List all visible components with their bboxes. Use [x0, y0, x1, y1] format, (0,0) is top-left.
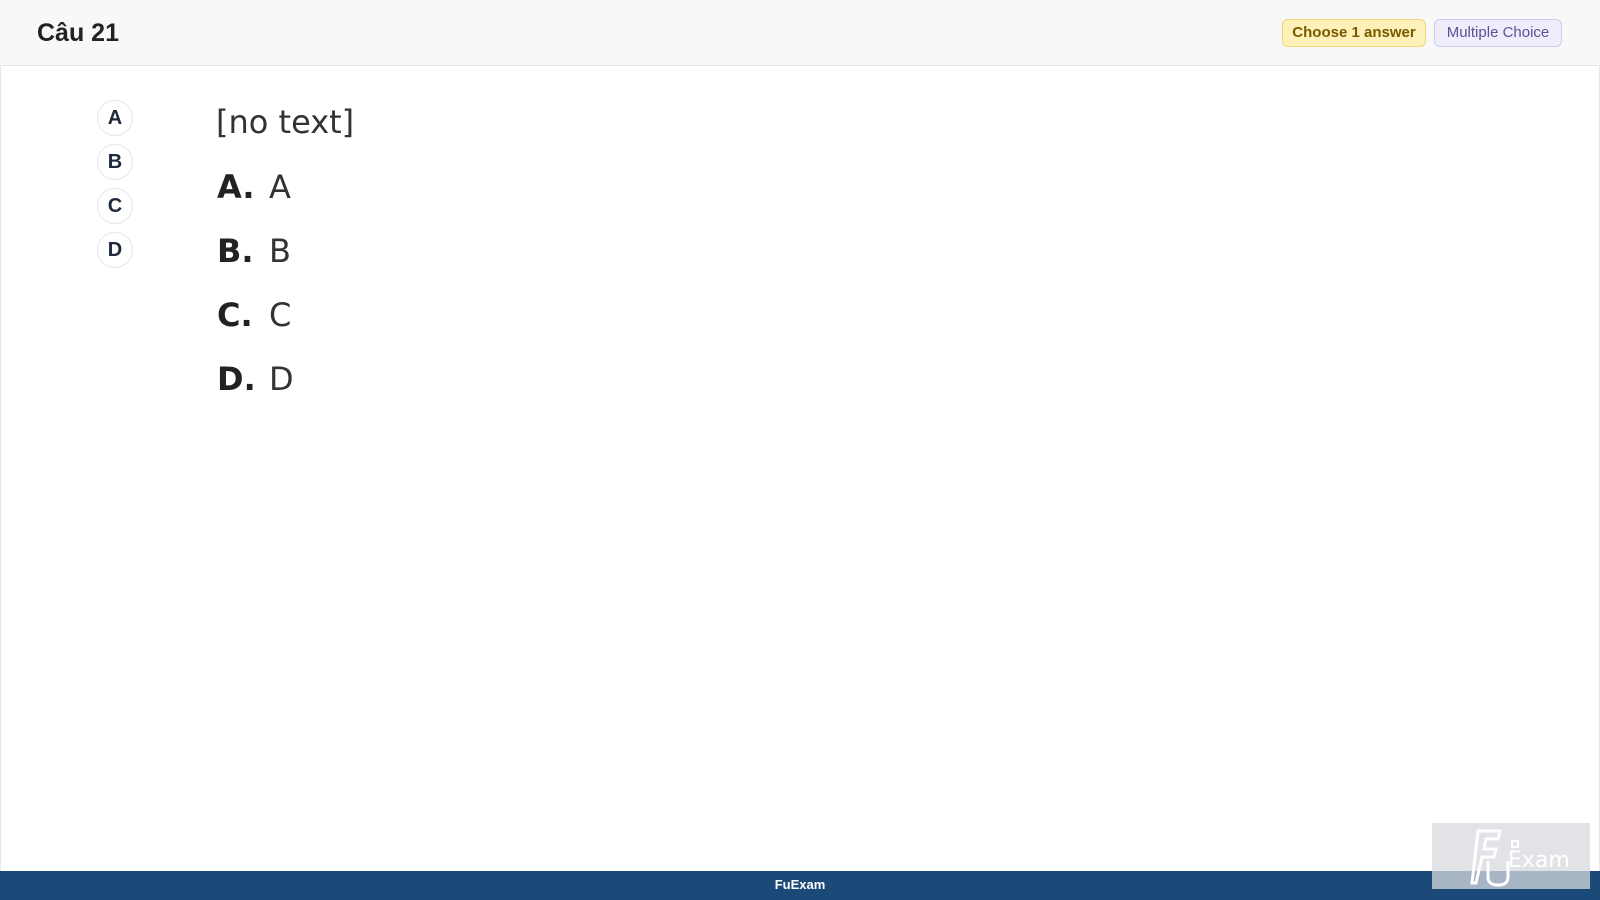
- option-b[interactable]: B. B: [217, 232, 294, 296]
- answer-bubble-a[interactable]: A: [97, 100, 133, 136]
- question-title: Câu 21: [37, 19, 119, 47]
- option-letter: D.: [217, 360, 256, 398]
- fuexam-watermark: Exam: [1432, 823, 1590, 889]
- question-header: Câu 21 Choose 1 answer Multiple Choice: [0, 0, 1600, 66]
- footer-bar: FuExam: [0, 871, 1600, 900]
- option-a[interactable]: A. A: [217, 168, 294, 232]
- choose-count-badge: Choose 1 answer: [1282, 19, 1426, 47]
- fuexam-logo-icon: Exam: [1470, 829, 1570, 887]
- options-list: A. A B. B C. C D. D: [217, 168, 294, 424]
- option-text: C: [269, 296, 292, 334]
- option-letter: B.: [217, 232, 254, 270]
- footer-brand: FuExam: [774, 877, 826, 892]
- svg-text:Exam: Exam: [1508, 848, 1570, 873]
- option-text: A: [269, 168, 291, 206]
- question-type-badge: Multiple Choice: [1434, 19, 1562, 47]
- answer-bubble-d[interactable]: D: [97, 232, 133, 268]
- question-stem: [no text]: [216, 103, 355, 141]
- answer-bubble-b[interactable]: B: [97, 144, 133, 180]
- option-letter: A.: [217, 168, 255, 206]
- option-text: D: [269, 360, 294, 398]
- option-letter: C.: [217, 296, 253, 334]
- answer-bubble-c[interactable]: C: [97, 188, 133, 224]
- option-c[interactable]: C. C: [217, 296, 294, 360]
- option-d[interactable]: D. D: [217, 360, 294, 424]
- answer-bubble-column: A B C D: [97, 100, 133, 276]
- option-text: B: [269, 232, 291, 270]
